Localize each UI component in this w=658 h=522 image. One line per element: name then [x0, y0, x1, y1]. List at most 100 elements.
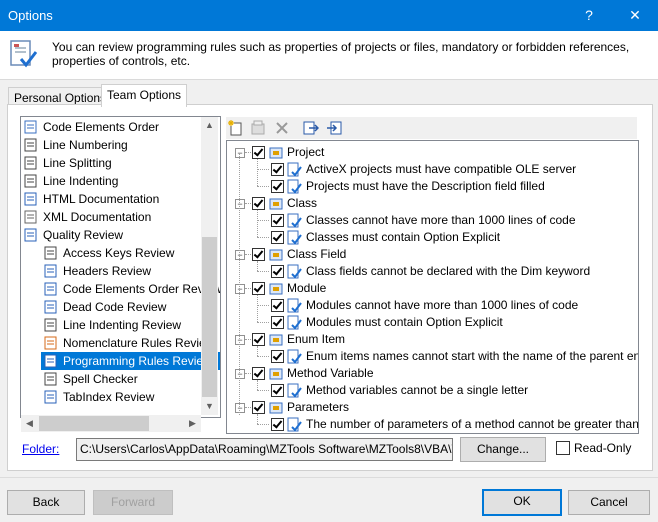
- scroll-right-icon[interactable]: ▶: [184, 415, 201, 432]
- collapse-icon[interactable]: −: [235, 284, 245, 294]
- title-bar: Options ? ✕: [0, 0, 658, 31]
- tree-rule-row[interactable]: Classes cannot have more than 1000 lines…: [227, 212, 637, 229]
- folder-link[interactable]: Folder:: [22, 442, 59, 456]
- tree-rule-row[interactable]: The number of parameters of a method can…: [227, 416, 638, 433]
- list-item[interactable]: Headers Review: [41, 262, 220, 280]
- rule-checkbox[interactable]: [271, 350, 284, 363]
- tree-group-row[interactable]: − Parameters: [227, 399, 637, 416]
- tree-group-row[interactable]: − Project: [227, 144, 637, 161]
- tree-connector: [257, 237, 269, 238]
- list-item[interactable]: Spell Checker: [41, 370, 220, 388]
- cancel-button[interactable]: Cancel: [568, 490, 650, 515]
- scroll-up-icon[interactable]: ▲: [201, 117, 218, 134]
- group-checkbox[interactable]: [252, 333, 265, 346]
- rule-checkbox[interactable]: [271, 214, 284, 227]
- scroll-down-icon[interactable]: ▼: [201, 398, 218, 415]
- tree-rule-row[interactable]: Modules must contain Option Explicit: [227, 314, 637, 331]
- code-order-icon: [24, 120, 37, 134]
- tree-connector: [257, 424, 269, 425]
- rule-checkbox[interactable]: [271, 180, 284, 193]
- read-only-checkbox[interactable]: [556, 441, 570, 455]
- folder-path-field[interactable]: C:\Users\Carlos\AppData\Roaming\MZTools …: [76, 438, 453, 461]
- rule-checkbox[interactable]: [271, 265, 284, 278]
- rule-icon: [287, 417, 302, 432]
- list-item-label: Nomenclature Rules Review: [63, 336, 215, 350]
- tree-connector: [245, 152, 251, 153]
- group-checkbox[interactable]: [252, 248, 265, 261]
- group-checkbox[interactable]: [252, 146, 265, 159]
- properties-icon[interactable]: [250, 120, 266, 136]
- group-checkbox[interactable]: [252, 197, 265, 210]
- tree-group-row[interactable]: − Enum Item: [227, 331, 637, 348]
- tree-group-row[interactable]: − Class: [227, 195, 637, 212]
- enum-item-icon: [269, 334, 283, 346]
- group-checkbox[interactable]: [252, 367, 265, 380]
- options-list[interactable]: Code Elements Order Line Numbering Line Sp…: [20, 116, 221, 418]
- rule-checkbox[interactable]: [271, 299, 284, 312]
- list-item[interactable]: Quality Review: [21, 226, 220, 244]
- collapse-icon[interactable]: −: [235, 369, 245, 379]
- list-item[interactable]: Line Indenting: [21, 172, 220, 190]
- class-icon: [269, 198, 283, 210]
- tree-rule-row[interactable]: Class fields cannot be declared with the…: [227, 263, 637, 280]
- list-item[interactable]: Code Elements Order: [21, 118, 220, 136]
- import-icon[interactable]: [326, 120, 342, 136]
- tree-rule-row[interactable]: ActiveX projects must have compatible OL…: [227, 161, 637, 178]
- tree-group-row[interactable]: − Module: [227, 280, 637, 297]
- rule-icon: [287, 264, 302, 279]
- tree-rule-row[interactable]: Projects must have the Description field…: [227, 178, 637, 195]
- list-item[interactable]: XML Documentation: [21, 208, 220, 226]
- list-item[interactable]: Nomenclature Rules Review: [41, 334, 220, 352]
- rule-checkbox[interactable]: [271, 163, 284, 176]
- export-icon[interactable]: [303, 120, 319, 136]
- delete-icon[interactable]: [274, 120, 290, 136]
- list-item[interactable]: Programming Rules Review: [41, 352, 220, 370]
- list-item[interactable]: TabIndex Review: [41, 388, 220, 406]
- list-item[interactable]: Access Keys Review: [41, 244, 220, 262]
- tree-rule-row[interactable]: Enum items names cannot start with the n…: [227, 348, 638, 365]
- line-indenting-review-icon: [44, 318, 57, 332]
- new-rule-icon[interactable]: [228, 120, 244, 136]
- list-item[interactable]: Line Splitting: [21, 154, 220, 172]
- list-item-label: Dead Code Review: [63, 300, 167, 314]
- list-item[interactable]: Line Indenting Review: [41, 316, 220, 334]
- tree-rule-row[interactable]: Classes must contain Option Explicit: [227, 229, 637, 246]
- change-button[interactable]: Change...: [460, 437, 546, 462]
- list-item-label: XML Documentation: [43, 210, 152, 224]
- scroll-thumb[interactable]: [202, 237, 217, 397]
- tree-connector: [257, 356, 269, 357]
- rule-checkbox[interactable]: [271, 418, 284, 431]
- collapse-icon[interactable]: −: [235, 250, 245, 260]
- scroll-left-icon[interactable]: ◀: [21, 415, 38, 432]
- collapse-icon[interactable]: −: [235, 335, 245, 345]
- group-checkbox[interactable]: [252, 401, 265, 414]
- list-item[interactable]: HTML Documentation: [21, 190, 220, 208]
- back-button[interactable]: Back: [7, 490, 85, 515]
- tab-team-options[interactable]: Team Options: [101, 84, 188, 107]
- list-horizontal-scrollbar[interactable]: ◀ ▶: [21, 415, 201, 432]
- collapse-icon[interactable]: −: [235, 148, 245, 158]
- list-item[interactable]: Dead Code Review: [41, 298, 220, 316]
- rule-checkbox[interactable]: [271, 316, 284, 329]
- collapse-icon[interactable]: −: [235, 403, 245, 413]
- hscroll-thumb[interactable]: [39, 416, 149, 431]
- ok-button[interactable]: OK: [482, 489, 562, 516]
- tree-group-row[interactable]: − Method Variable: [227, 365, 637, 382]
- forward-button[interactable]: Forward: [93, 490, 173, 515]
- rule-checkbox[interactable]: [271, 384, 284, 397]
- document-check-icon: [10, 40, 37, 68]
- tree-rule-row[interactable]: Modules cannot have more than 1000 lines…: [227, 297, 637, 314]
- help-button[interactable]: ?: [566, 0, 612, 31]
- group-checkbox[interactable]: [252, 282, 265, 295]
- close-button[interactable]: ✕: [612, 0, 658, 31]
- tree-group-row[interactable]: − Class Field: [227, 246, 637, 263]
- tree-rule-label: Classes cannot have more than 1000 lines…: [306, 213, 576, 227]
- list-item[interactable]: Code Elements Order Review: [41, 280, 220, 298]
- rule-checkbox[interactable]: [271, 231, 284, 244]
- rules-tree[interactable]: − Project ActiveX projects must have compa…: [226, 140, 639, 434]
- list-item-label: Line Numbering: [43, 138, 128, 152]
- list-vertical-scrollbar[interactable]: ▲ ▼: [201, 117, 218, 415]
- tree-rule-row[interactable]: Method variables cannot be a single lett…: [227, 382, 637, 399]
- list-item[interactable]: Line Numbering: [21, 136, 220, 154]
- collapse-icon[interactable]: −: [235, 199, 245, 209]
